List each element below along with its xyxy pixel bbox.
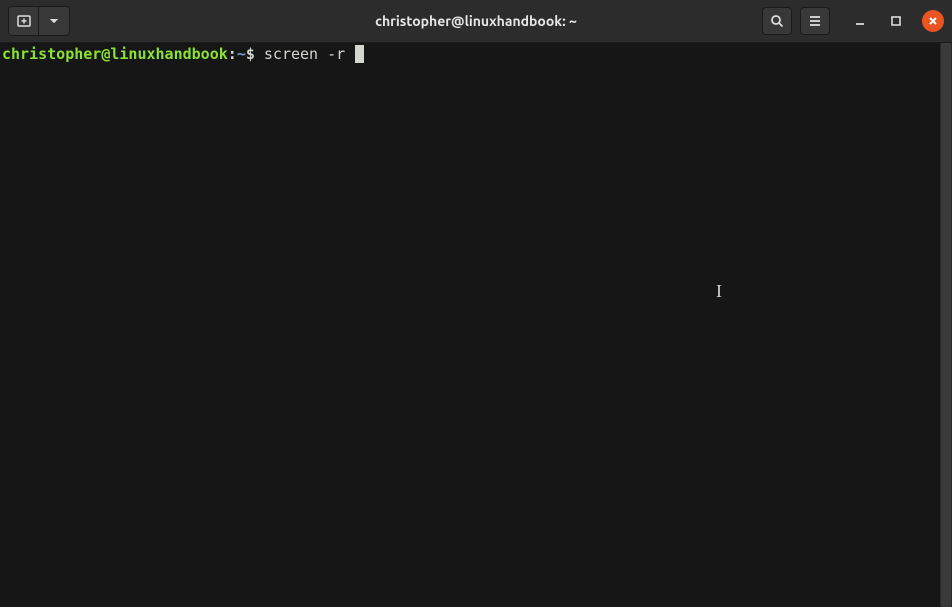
chevron-down-icon bbox=[49, 16, 59, 26]
scrollbar-thumb[interactable] bbox=[941, 43, 951, 607]
command-text: screen -r bbox=[255, 45, 354, 65]
window-title: christopher@linuxhandbook: ~ bbox=[375, 13, 577, 29]
scrollbar-track[interactable] bbox=[940, 43, 952, 607]
prompt-user-host: christopher@linuxhandbook bbox=[2, 45, 228, 65]
prompt-line: christopher@linuxhandbook:~$ screen -r bbox=[2, 45, 938, 65]
minimize-icon bbox=[854, 15, 866, 27]
titlebar-right-controls bbox=[762, 7, 944, 35]
close-icon bbox=[928, 16, 938, 26]
menu-button[interactable] bbox=[800, 7, 830, 35]
tab-button-group bbox=[8, 6, 70, 36]
search-icon bbox=[769, 13, 785, 29]
close-button[interactable] bbox=[922, 10, 944, 32]
prompt-path: ~ bbox=[237, 45, 246, 65]
maximize-icon bbox=[890, 15, 902, 27]
prompt-separator: : bbox=[228, 45, 237, 65]
prompt-symbol: $ bbox=[246, 45, 255, 65]
hamburger-icon bbox=[807, 13, 823, 29]
window-controls bbox=[850, 10, 944, 32]
minimize-button[interactable] bbox=[850, 11, 870, 31]
titlebar: christopher@linuxhandbook: ~ bbox=[0, 0, 952, 43]
maximize-button[interactable] bbox=[886, 11, 906, 31]
tab-dropdown-button[interactable] bbox=[39, 7, 69, 35]
search-button[interactable] bbox=[762, 7, 792, 35]
terminal-cursor bbox=[355, 45, 364, 63]
new-tab-icon bbox=[16, 13, 32, 29]
terminal-area[interactable]: christopher@linuxhandbook:~$ screen -r bbox=[0, 43, 940, 607]
new-tab-button[interactable] bbox=[9, 7, 39, 35]
